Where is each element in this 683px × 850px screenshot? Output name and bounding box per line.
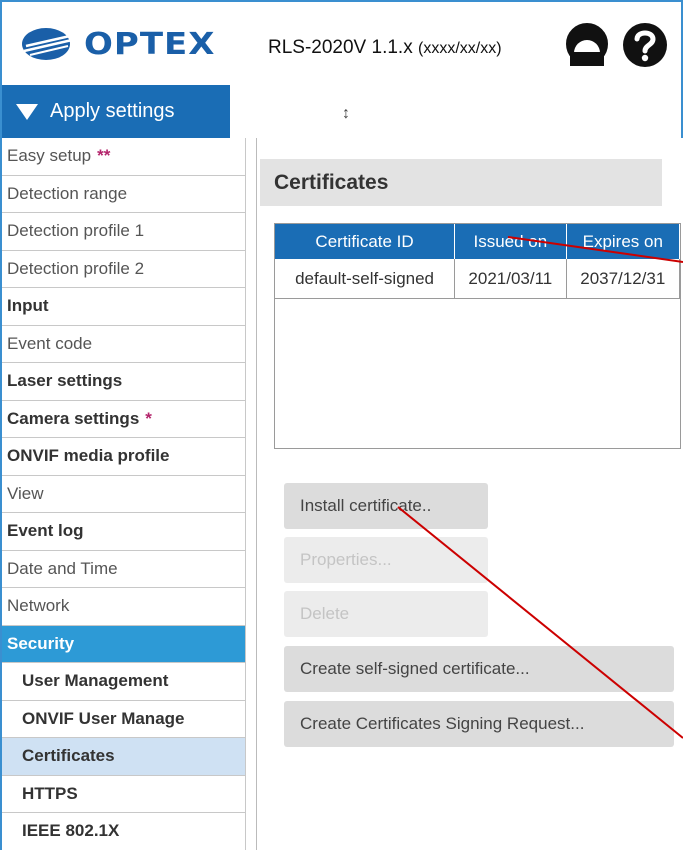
sidebar-item-laser-settings[interactable]: Laser settings <box>2 363 246 401</box>
sidebar-item-user-management[interactable]: User Management <box>2 663 246 701</box>
sidebar-nav: Easy setup ** Detection range Detection p… <box>0 138 246 850</box>
resize-icon[interactable]: ↕ <box>342 105 350 123</box>
sidebar-item-view[interactable]: View <box>2 475 246 513</box>
sidebar-item-event-code[interactable]: Event code <box>2 325 246 363</box>
apply-settings-button[interactable]: Apply settings <box>2 85 230 138</box>
cell-expires-on: 2037/12/31 <box>567 259 680 298</box>
sidebar-item-certificates[interactable]: Certificates <box>2 738 246 776</box>
sidebar-item-network[interactable]: Network <box>2 588 246 626</box>
optex-logo: OPTEX <box>20 26 215 62</box>
sidebar-item-detection-profile-2[interactable]: Detection profile 2 <box>2 250 246 288</box>
properties-button[interactable]: Properties... <box>284 537 488 583</box>
sidebar-item-onvif-user-manage[interactable]: ONVIF User Manage <box>2 700 246 738</box>
sidebar-item-ieee-8021x[interactable]: IEEE 802.1X <box>2 813 246 850</box>
panel-divider <box>256 138 257 850</box>
cell-certificate-id: default-self-signed <box>275 259 456 298</box>
column-header-expires-on[interactable]: Expires on <box>567 224 680 259</box>
sidebar-item-onvif-media-profile[interactable]: ONVIF media profile <box>2 438 246 476</box>
sidebar-item-camera-settings[interactable]: Camera settings * <box>2 400 246 438</box>
certificates-table: Certificate ID Issued on Expires on defa… <box>274 223 681 449</box>
apply-bar: Apply settings ↕ <box>0 85 683 138</box>
model-version: RLS-2020V 1.1.x (xxxx/xx/xx) <box>268 37 502 59</box>
app-header: OPTEX RLS-2020V 1.1.x (xxxx/xx/xx) <box>0 0 683 85</box>
create-csr-button[interactable]: Create Certificates Signing Request... <box>284 701 674 747</box>
install-certificate-button[interactable]: Install certificate.. <box>284 483 488 529</box>
table-header: Certificate ID Issued on Expires on <box>275 224 680 259</box>
table-row[interactable]: default-self-signed 2021/03/11 2037/12/3… <box>275 259 680 299</box>
model-date: (xxxx/xx/xx) <box>417 40 502 57</box>
cell-issued-on: 2021/03/11 <box>455 259 567 298</box>
column-header-issued-on[interactable]: Issued on <box>455 224 567 259</box>
apply-settings-label: Apply settings <box>50 100 175 122</box>
sidebar-item-easy-setup[interactable]: Easy setup ** <box>2 138 246 176</box>
sidebar-item-detection-profile-1[interactable]: Detection profile 1 <box>2 213 246 251</box>
model-name: RLS-2020V 1.1.x <box>268 37 413 58</box>
user-circle-icon[interactable] <box>565 22 609 66</box>
required-marker: * <box>145 408 152 428</box>
sidebar-item-input[interactable]: Input <box>2 288 246 326</box>
logo-text: OPTEX <box>84 26 216 63</box>
create-self-signed-certificate-button[interactable]: Create self-signed certificate... <box>284 646 674 692</box>
question-circle-icon[interactable] <box>622 22 668 68</box>
required-marker: ** <box>97 146 111 166</box>
triangle-down-icon <box>16 103 38 120</box>
sidebar-item-security[interactable]: Security <box>2 625 246 663</box>
sidebar-item-https[interactable]: HTTPS <box>2 775 246 813</box>
page-title: Certificates <box>260 159 662 206</box>
optex-logo-mark-icon <box>22 28 73 60</box>
sidebar-item-detection-range[interactable]: Detection range <box>2 175 246 213</box>
delete-button[interactable]: Delete <box>284 591 488 637</box>
sidebar-item-date-and-time[interactable]: Date and Time <box>2 550 246 588</box>
column-header-certificate-id[interactable]: Certificate ID <box>275 224 456 259</box>
sidebar-item-event-log[interactable]: Event log <box>2 513 246 551</box>
